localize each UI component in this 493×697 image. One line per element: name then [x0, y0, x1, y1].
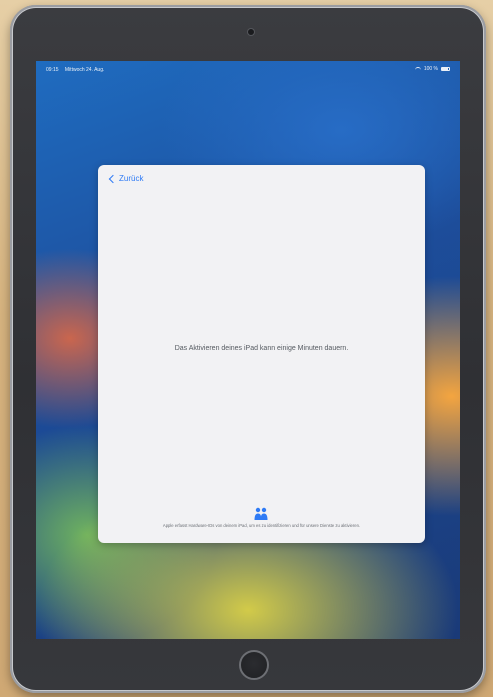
- ipad-screen: 09:15 Mittwoch 24. Aug. 100 % Zurück Das…: [36, 61, 460, 639]
- back-button[interactable]: Zurück: [108, 174, 143, 183]
- privacy-notice-text: Apple erfasst Hardware-IDs von deinem iP…: [162, 523, 361, 528]
- ipad-device: 09:15 Mittwoch 24. Aug. 100 % Zurück Das…: [10, 5, 486, 693]
- home-button[interactable]: [239, 650, 269, 680]
- activation-message: Das Aktivieren deines iPad kann einige M…: [174, 345, 349, 352]
- status-left: 09:15 Mittwoch 24. Aug.: [46, 67, 109, 73]
- status-battery-percent: 100 %: [423, 66, 438, 72]
- battery-icon: [441, 67, 450, 71]
- wifi-icon: [414, 66, 421, 72]
- status-time: 09:15: [46, 67, 59, 73]
- chevron-left-icon: [108, 174, 118, 183]
- photo-scene: 09:15 Mittwoch 24. Aug. 100 % Zurück Das…: [0, 0, 493, 697]
- front-camera: [248, 29, 254, 35]
- privacy-notice: Apple erfasst Hardware-IDs von deinem iP…: [138, 523, 385, 528]
- privacy-handshake-icon[interactable]: [253, 507, 269, 521]
- status-bar: 09:15 Mittwoch 24. Aug. 100 %: [36, 61, 460, 77]
- activation-sheet: Zurück Das Aktivieren deines iPad kann e…: [98, 165, 425, 543]
- status-right: 100 %: [414, 66, 450, 72]
- status-date: Mittwoch 24. Aug.: [64, 67, 105, 73]
- back-button-label: Zurück: [119, 174, 144, 183]
